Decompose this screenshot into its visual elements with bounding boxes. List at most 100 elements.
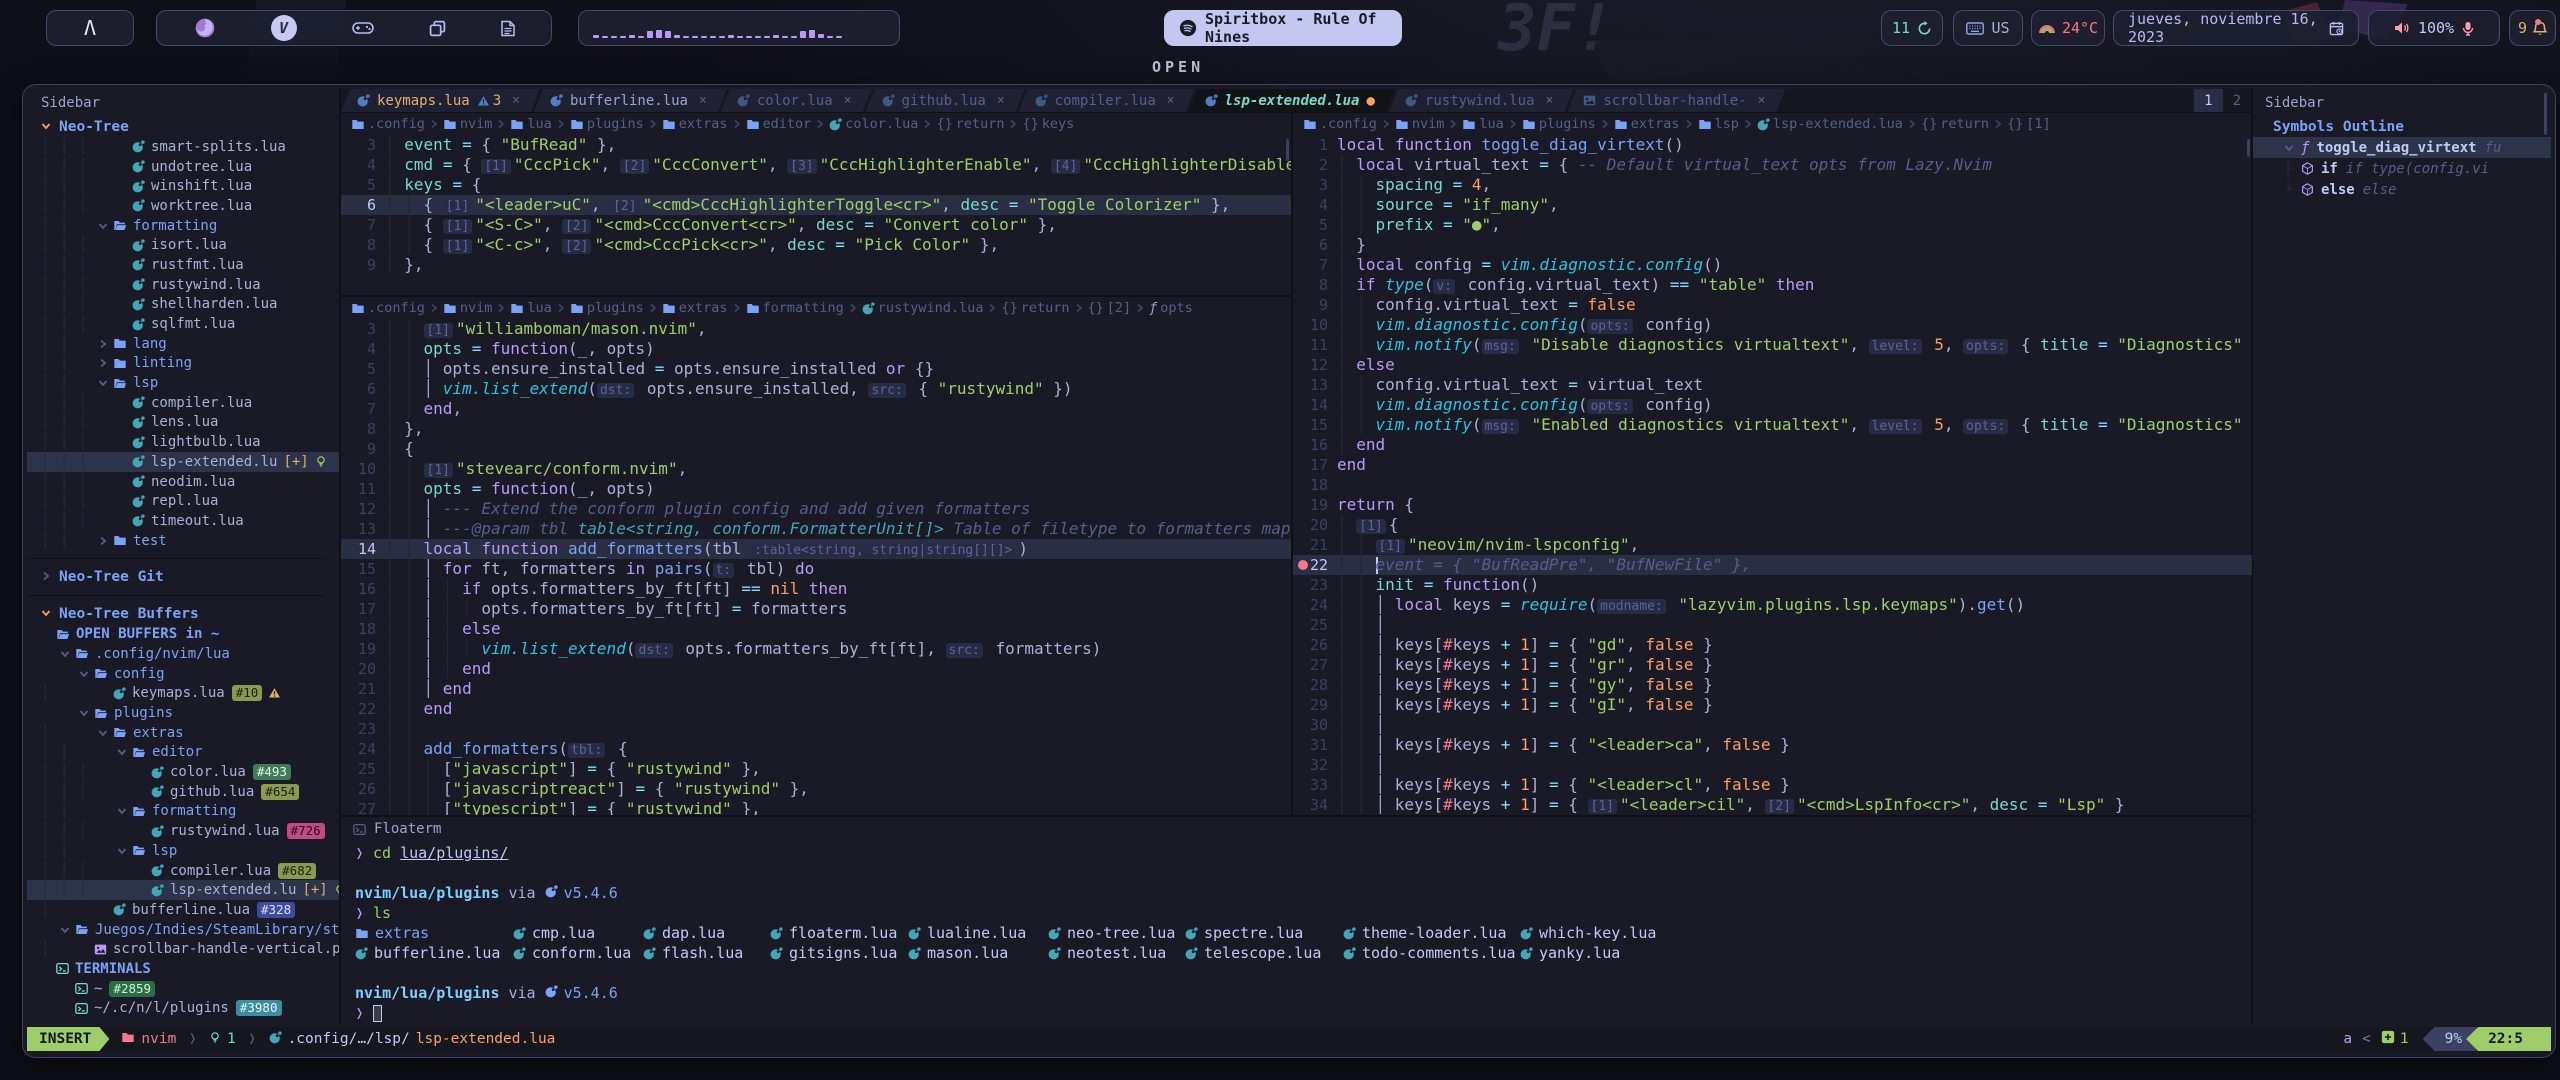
code-line[interactable]: 10│ │ [1]"stevearc/conform.nvim",	[341, 459, 1291, 479]
code-line[interactable]: 5│ keys = {	[341, 175, 1291, 195]
code-line[interactable]: 24│ │ │ local keys = require(modname: "l…	[1293, 595, 2252, 615]
terminal-output[interactable]: ❭cdlua/plugins/nvim/lua/pluginsviav5.4.6…	[341, 841, 2251, 1025]
editor-pane-rustywind-lua[interactable]: .confignvimluapluginsextrasformattingrus…	[341, 297, 1291, 815]
code-line[interactable]: 30│ │ │	[1293, 715, 2252, 735]
code-line[interactable]: 7│ local config = vim.diagnostic.config(…	[1293, 255, 2252, 275]
code-line[interactable]: 16│ │ │ │ if opts.formatters_by_ft[ft] =…	[341, 579, 1291, 599]
close-tab-button[interactable]: ×	[844, 93, 852, 108]
file-entry[interactable]: mason.lua	[908, 943, 1048, 963]
outline-item[interactable]: ├ifif type(config.vi	[2265, 158, 2551, 179]
close-tab-button[interactable]: ×	[997, 93, 1005, 108]
code-line[interactable]: 3│ │ [1]"williamboman/mason.nvim",	[341, 319, 1291, 339]
tree-item[interactable]: │││color.lua#493	[41, 762, 339, 782]
file-entry[interactable]: cmp.lua	[513, 923, 643, 943]
file-entry[interactable]: conform.lua	[513, 943, 643, 963]
file-entry[interactable]: neotest.lua	[1048, 943, 1185, 963]
tabpage-2[interactable]: 2	[2223, 89, 2251, 112]
code-line[interactable]: 26│ │ │ keys[#keys + 1] = { "gd", false …	[1293, 635, 2252, 655]
code-line[interactable]: 18	[1293, 475, 2252, 495]
code-line[interactable]: 27│ │ │ ["typescript"] = { "rustywind" }…	[341, 799, 1291, 815]
windows-icon[interactable]	[429, 20, 446, 37]
tab-lsp-extended-lua[interactable]: lsp-extended.lua●	[1189, 89, 1395, 112]
file-entry[interactable]: gitsigns.lua	[770, 943, 908, 963]
close-tab-button[interactable]: ×	[512, 93, 520, 108]
spotify-widget[interactable]: Spiritbox - Rule Of Nines	[1164, 10, 1402, 46]
file-entry[interactable]: flash.lua	[643, 943, 770, 963]
tree-item[interactable]: ││editor	[41, 743, 339, 763]
code-line[interactable]: 3│ │ spacing = 4,	[1293, 175, 2252, 195]
code-line[interactable]: 28│ │ │ keys[#keys + 1] = { "gy", false …	[1293, 675, 2252, 695]
sidebar-section-neo-tree-buffers[interactable]: Neo-Tree Buffers	[41, 604, 339, 624]
sidebar-section-neo-tree-git[interactable]: Neo-Tree Git	[41, 567, 339, 587]
scrollbar-handle[interactable]	[2247, 139, 2250, 157]
plus-box-icon[interactable]	[2381, 1030, 2395, 1048]
code-line[interactable]: 15│ │ │ for ft, formatters in pairs(t: t…	[341, 559, 1291, 579]
code-line[interactable]: 8│ },	[341, 419, 1291, 439]
code-line[interactable]: 22│ │ end	[341, 699, 1291, 719]
code-line[interactable]: 23│ │	[341, 719, 1291, 739]
code-line[interactable]: 19return {	[1293, 495, 2252, 515]
tabpage-1[interactable]: 1	[2194, 89, 2222, 112]
code-line[interactable]: 18│ │ │ │ else	[341, 619, 1291, 639]
code-line[interactable]: 17end	[1293, 455, 2252, 475]
code-line[interactable]: 25│ │ │ ["javascript"] = { "rustywind" }…	[341, 759, 1291, 779]
file-icon[interactable]	[501, 20, 515, 37]
scrollbar-handle[interactable]	[1286, 139, 1289, 161]
file-entry[interactable]: telescope.lua	[1185, 943, 1343, 963]
firefox-icon[interactable]	[194, 17, 216, 39]
file-entry[interactable]: which-key.lua	[1520, 923, 1656, 943]
tree-item[interactable]: ││formatting	[41, 216, 339, 236]
code-line[interactable]: 6│ │ { [1]"<leader>uC", [2]"<cmd>CccHigh…	[341, 195, 1291, 215]
tree-item[interactable]: ││formatting	[41, 802, 339, 822]
code-line[interactable]: 24│ │ add_formatters(tbl: {	[341, 739, 1291, 759]
file-entry[interactable]: lualine.lua	[908, 923, 1048, 943]
close-tab-button[interactable]: ×	[699, 93, 707, 108]
code-line[interactable]: 4│ │ opts = function(_, opts)	[341, 339, 1291, 359]
tree-item[interactable]: Juegos/Indies/SteamLibrary/st	[41, 920, 339, 940]
tree-item[interactable]: │││shellharden.lua	[41, 295, 339, 315]
tree-item[interactable]: ││lang	[41, 334, 339, 354]
tree-item[interactable]: │extras	[41, 723, 339, 743]
controller-icon[interactable]	[352, 20, 374, 36]
code-line[interactable]: 21│ │ [1]"neovim/nvim-lspconfig",	[1293, 535, 2252, 555]
file-entry[interactable]: floaterm.lua	[770, 923, 908, 943]
editor-pane-color-lua[interactable]: .confignvimluapluginsextraseditorcolor.l…	[341, 113, 1291, 297]
tree-item[interactable]: │││github.lua#654	[41, 782, 339, 802]
code-line[interactable]: 20│ │ │ │ end	[341, 659, 1291, 679]
tree-item[interactable]: │││rustfmt.lua	[41, 255, 339, 275]
code-line[interactable]: 7│ │ { [1]"<S-C>", [2]"<cmd>CccConvert<c…	[341, 215, 1291, 235]
tree-item[interactable]: ││linting	[41, 354, 339, 374]
tree-item[interactable]: ││lsp	[41, 841, 339, 861]
volume-widget[interactable]: 100%	[2368, 10, 2500, 46]
code-line[interactable]: 6│ }	[1293, 235, 2252, 255]
tab-github-lua[interactable]: github.lua×	[866, 89, 1025, 112]
tree-item[interactable]: │││isort.lua	[41, 235, 339, 255]
code-line[interactable]: 21│ │ │ end	[341, 679, 1291, 699]
code-line[interactable]: 26│ │ │ ["javascriptreact"] = { "rustywi…	[341, 779, 1291, 799]
code-line[interactable]: 7│ │ end,	[341, 399, 1291, 419]
code-line[interactable]: 9│ {	[341, 439, 1291, 459]
code-line[interactable]: 12│ else	[1293, 355, 2252, 375]
outline-item[interactable]: └elseelse	[2265, 179, 2551, 200]
tree-item[interactable]: │││sqlfmt.lua	[41, 314, 339, 334]
tree-item[interactable]: │scrollbar-handle-vertical.p	[41, 939, 339, 959]
code-line[interactable]: 10│ │ vim.diagnostic.config(opts: config…	[1293, 315, 2252, 335]
code-line[interactable]: 13│ │ config.virtual_text = virtual_text	[1293, 375, 2252, 395]
tree-item[interactable]: │││lens.lua	[41, 413, 339, 433]
tree-item[interactable]: │││compiler.lua	[41, 393, 339, 413]
file-entry[interactable]: neo-tree.lua	[1048, 923, 1185, 943]
code-line[interactable]: 2│ local virtual_text = { -- Default vir…	[1293, 155, 2252, 175]
file-entry[interactable]: dap.lua	[643, 923, 770, 943]
launcher-button[interactable]: Λ	[46, 10, 134, 46]
code-line[interactable]: 8│ │ { [1]"<C-c>", [2]"<cmd>CccPick<cr>"…	[341, 235, 1291, 255]
file-entry[interactable]: spectre.lua	[1185, 923, 1343, 943]
code-line[interactable]: 16│ end	[1293, 435, 2252, 455]
code-line[interactable]: 19│ │ │ │ │ vim.list_extend(dst: opts.fo…	[341, 639, 1291, 659]
tree-item[interactable]: │keymaps.lua#10	[41, 684, 339, 704]
file-entry[interactable]: bufferline.lua	[355, 943, 513, 963]
tree-item[interactable]: ~#2859	[41, 979, 339, 999]
code-line[interactable]: 15│ │ vim.notify(msg: "Enabled diagnosti…	[1293, 415, 2252, 435]
symbols-outline-header[interactable]: Symbols Outline	[2265, 117, 2551, 137]
tab-compiler-lua[interactable]: compiler.lua×	[1019, 89, 1195, 112]
keyboard-layout-widget[interactable]: US	[1953, 10, 2023, 46]
